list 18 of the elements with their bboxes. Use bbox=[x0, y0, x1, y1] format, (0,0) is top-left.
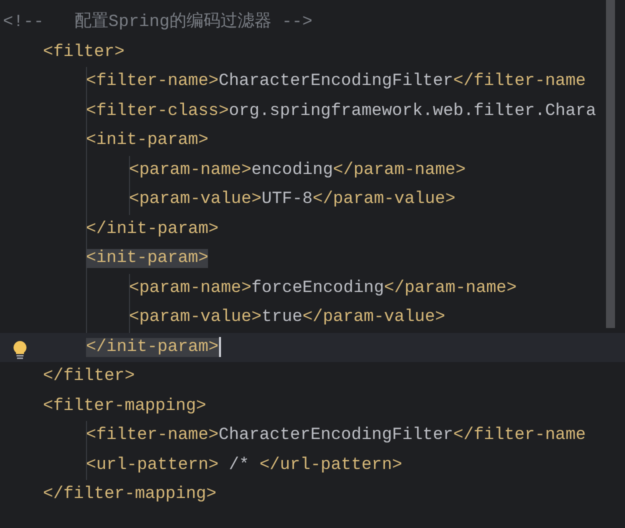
code-comment: <!-- 配置Spring的编码过滤器 --> bbox=[3, 10, 312, 34]
code-line: <filter-class>org.springframework.web.filter.Chara bbox=[86, 100, 596, 122]
code-line: </filter> bbox=[43, 366, 135, 388]
code-line: </init-param> bbox=[86, 218, 219, 240]
text-cursor bbox=[218, 337, 221, 358]
lightbulb-icon[interactable] bbox=[11, 340, 29, 360]
code-line: <param-name>forceEncoding</param-name> bbox=[129, 278, 517, 300]
code-line: <filter-name>CharacterEncodingFilter</filter-name bbox=[86, 71, 586, 93]
code-line: <param-name>encoding</param-name> bbox=[129, 160, 466, 182]
code-line: <param-value>UTF-8</param-value> bbox=[129, 189, 456, 211]
code-line: <filter-name>CharacterEncodingFilter</filter-name bbox=[86, 425, 586, 447]
code-line: <url-pattern> /* </url-pattern> bbox=[86, 454, 402, 476]
code-line: <param-value>true</param-value> bbox=[129, 307, 446, 329]
code-line: <init-param> bbox=[86, 130, 208, 152]
scrollbar[interactable] bbox=[606, 0, 615, 328]
code-line: </filter-mapping> bbox=[43, 484, 216, 506]
code-line: <filter> bbox=[43, 42, 125, 64]
code-line: <filter-mapping> bbox=[43, 396, 206, 418]
